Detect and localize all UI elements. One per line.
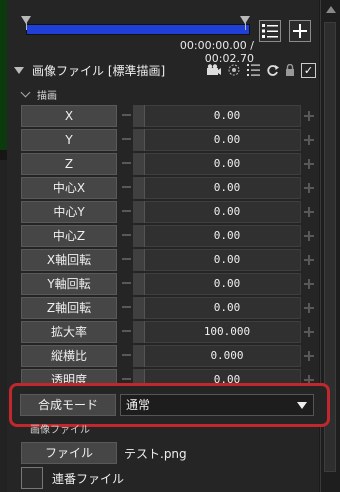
plus-icon[interactable] [304,255,314,265]
param-value[interactable]: 100.000 [133,321,321,343]
minus-icon[interactable] [122,303,131,312]
start-marker-line [26,16,27,30]
lock-icon[interactable] [285,64,295,76]
param-label-button[interactable]: 中心Y [21,201,117,223]
minus-icon[interactable] [122,327,131,336]
minus-icon[interactable] [122,351,131,360]
minus-icon[interactable] [122,207,131,216]
param-row: Z軸回転 0.00 [21,297,317,319]
preview-edge [0,0,7,150]
param-label-button[interactable]: Z軸回転 [21,297,117,319]
blend-mode-select[interactable]: 通常 [120,394,314,416]
plus-icon[interactable] [304,231,314,241]
minus-icon[interactable] [122,159,131,168]
param-label-button[interactable]: 縦横比 [21,345,117,367]
param-value[interactable]: 0.00 [133,297,321,319]
minus-icon[interactable] [122,255,131,264]
shadow-icon[interactable] [227,63,241,77]
enable-checkbox[interactable]: ✓ [301,62,316,78]
end-marker-line [245,16,246,30]
plus-icon[interactable] [304,135,314,145]
checkmark-icon: ✓ [303,63,314,77]
param-value[interactable]: 0.00 [133,225,321,247]
param-value[interactable]: 0.00 [133,201,321,223]
object-header[interactable]: 画像ファイル [標準描画] ✓ [14,60,316,80]
blend-mode-label: 合成モード [20,394,116,416]
param-row: X軸回転 0.00 [21,249,317,271]
object-title: 画像ファイル [標準描画] [32,63,166,78]
param-row: 拡大率 100.000 [21,321,317,343]
param-label-button[interactable]: X [21,105,117,127]
param-row: X 0.00 [21,105,317,127]
param-row: Z 0.00 [21,153,317,175]
param-row: 中心Z 0.00 [21,225,317,247]
plus-icon[interactable] [304,207,314,217]
param-label-button[interactable]: 中心Z [21,225,117,247]
param-value[interactable]: 0.00 [133,153,321,175]
param-row: Y軸回転 0.00 [21,273,317,295]
plus-icon[interactable] [304,183,314,193]
list-small-icon[interactable] [247,64,260,76]
section-drawing[interactable]: 描画 [20,86,57,102]
plus-icon[interactable] [304,303,314,313]
plus-icon[interactable] [304,159,314,169]
section-drawing-label: 描画 [37,90,57,102]
plus-icon[interactable] [304,111,314,121]
file-name: テスト.png [124,447,187,461]
plus-icon [293,24,307,38]
dropdown-caret-icon [297,402,307,409]
param-label-button[interactable]: X軸回転 [21,249,117,271]
list-icon [262,24,278,38]
param-label-button[interactable]: 拡大率 [21,321,117,343]
param-row: 縦横比 0.000 [21,345,317,367]
plus-icon[interactable] [304,327,314,337]
param-value[interactable]: 0.00 [133,177,321,199]
minus-icon[interactable] [122,183,131,192]
file-button[interactable]: ファイル [21,442,117,464]
chevron-down-icon [20,87,31,98]
param-row: 中心X 0.00 [21,177,317,199]
param-row: 中心Y 0.00 [21,201,317,223]
section-image-file[interactable]: 画像ファイル [30,421,90,436]
minus-icon[interactable] [122,231,131,240]
camera-icon[interactable] [207,64,221,76]
section-image-file-label: 画像ファイル [30,425,90,436]
param-label-button[interactable]: Y軸回転 [21,273,117,295]
add-filter-button[interactable] [289,20,311,42]
sequence-file-label: 連番ファイル [52,472,125,486]
param-label-button[interactable]: 中心X [21,177,117,199]
param-value[interactable]: 0.000 [133,345,321,367]
param-label-button[interactable]: Y [21,129,117,151]
sequence-file-checkbox[interactable] [21,467,43,489]
timeline-bar[interactable] [26,24,250,35]
blend-mode-value: 通常 [126,398,151,412]
loop-icon[interactable] [266,64,279,77]
minus-icon[interactable] [122,111,131,120]
param-value[interactable]: 0.00 [133,273,321,295]
current-time: 00:00:00.00 [179,39,247,52]
param-label-button[interactable]: Z [21,153,117,175]
param-value[interactable]: 0.00 [133,105,321,127]
time-separator: / [246,39,254,52]
collapse-icon[interactable] [14,66,24,74]
minus-icon[interactable] [122,135,131,144]
param-row: Y 0.00 [21,129,317,151]
minus-icon[interactable] [122,279,131,288]
scroll-up-arrow-icon[interactable] [326,6,336,13]
param-value[interactable]: 0.00 [133,129,321,151]
plus-icon[interactable] [304,279,314,289]
param-value[interactable]: 0.00 [133,249,321,271]
plus-icon[interactable] [304,351,314,361]
list-view-button[interactable] [259,20,281,42]
